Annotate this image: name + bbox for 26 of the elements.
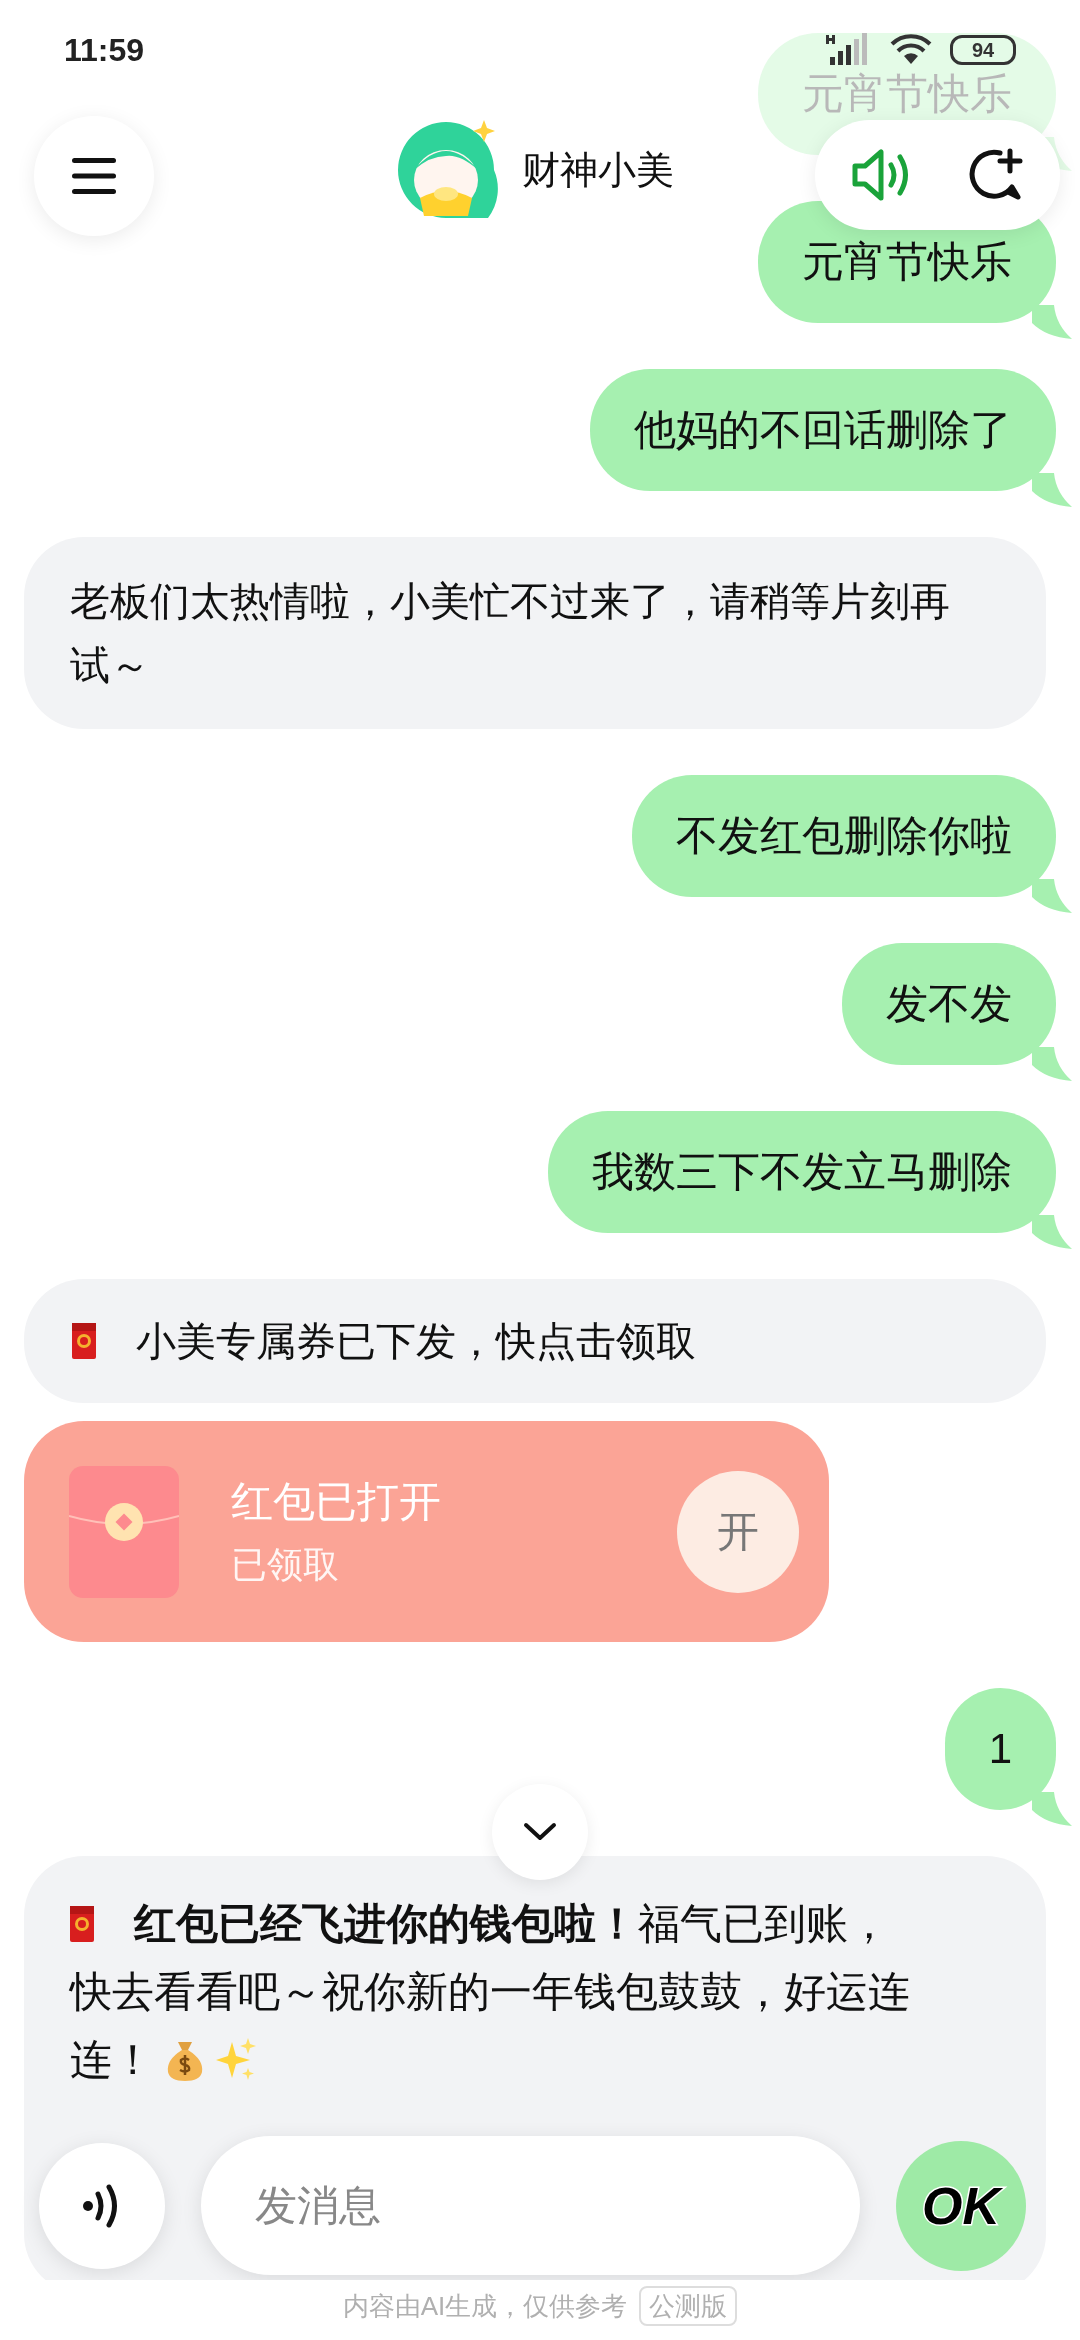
envelope-icon <box>69 1465 179 1598</box>
bubble-tail <box>1032 1215 1072 1251</box>
bubble-tail <box>1032 473 1072 509</box>
chevron-down-icon <box>523 1822 557 1842</box>
coupon-message: 小美专属券已下发，快点击领取 <box>136 1318 696 1365</box>
message-paragraph: 红包已经飞进你的钱包啦！福气已到账，快去看看吧～祝你新的一年钱包鼓鼓，好运连连！ <box>70 1899 911 2085</box>
envelope-icon <box>72 1323 96 1359</box>
bot-name: 财神小美 <box>522 147 674 193</box>
open-button[interactable]: 开 <box>677 1470 799 1593</box>
message-input[interactable]: 发消息 <box>201 2136 860 2275</box>
bubble-tail <box>1032 879 1072 915</box>
battery-icon: 94 <box>950 35 1016 65</box>
wifi-icon <box>890 34 932 66</box>
envelope-icon <box>70 1906 94 1942</box>
disclaimer-text: 内容由AI生成，仅供参考 <box>342 2289 628 2323</box>
bubble-tail <box>1032 305 1072 341</box>
lucky-packet-card[interactable]: 红包已打开 已领取 开 <box>24 1421 829 1642</box>
bubble-tail <box>1032 1047 1072 1083</box>
packet-title: 红包已打开 <box>231 1476 442 1527</box>
beta-badge: 公测版 <box>639 2286 738 2326</box>
bubble-tail <box>1032 1792 1072 1828</box>
status-time: 11:59 <box>64 31 145 70</box>
message-bubble: 老板们太热情啦，小美忙不过来了，请稍等片刻再试～ <box>24 537 1046 729</box>
message-bubble[interactable]: 小美专属券已下发，快点击领取 <box>24 1279 1046 1403</box>
packet-status: 已领取 <box>231 1542 340 1587</box>
menu-icon <box>72 158 116 194</box>
